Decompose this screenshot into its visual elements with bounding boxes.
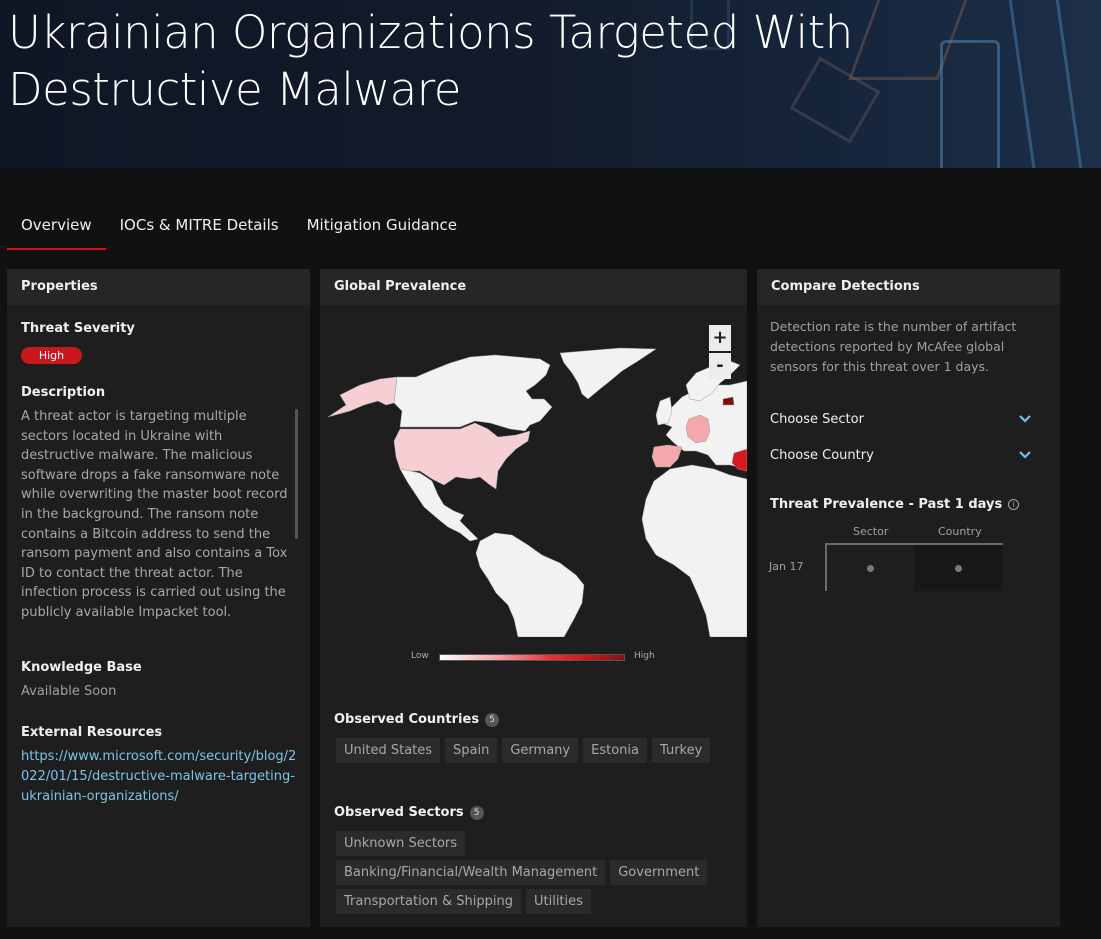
panel-heading: Global Prevalence [320,269,747,305]
heatmap-row-date: Jan 17 [769,560,804,573]
observed-sectors-label: Observed Sectors 5 [334,805,484,820]
choose-country-dropdown[interactable]: Choose Country [770,443,1032,467]
heatmap-axis [825,543,1003,591]
map-country-greenland[interactable] [559,347,657,400]
background-decoration [1005,0,1085,168]
country-chip[interactable]: United States [336,738,441,763]
map-country-africa[interactable] [641,464,747,637]
tab-bar: Overview IOCs & MITRE Details Mitigation… [7,208,471,250]
compare-detections-panel: Compare Detections Detection rate is the… [757,269,1060,927]
world-map[interactable]: + - [320,319,747,637]
observed-sectors-title: Observed Sectors [334,805,464,820]
sector-chip[interactable]: Transportation & Shipping [336,889,521,914]
properties-panel: Properties Threat Severity High Descript… [7,269,310,927]
map-zoom-out-button[interactable]: - [709,353,731,379]
panel-heading: Properties [7,269,310,305]
description-scroll-area[interactable]: A threat actor is targeting multiple sec… [21,407,299,621]
chevron-down-icon [1019,415,1031,423]
observed-countries-title: Observed Countries [334,712,480,727]
global-prevalence-panel: Global Prevalence + - Low High Observed … [320,269,747,927]
description-text: A threat actor is targeting multiple sec… [21,409,288,620]
threat-prevalence-label: Threat Prevalence - Past 1 days [770,497,1003,512]
description-scrollbar[interactable] [295,409,298,539]
page-title: Ukrainian Organizations Targeted With De… [8,6,853,116]
sector-chip-list: Unknown Sectors Banking/Financial/Wealth… [336,831,736,914]
heatmap-column-sector: Sector [853,525,889,538]
sectors-count-badge: 5 [469,805,484,820]
map-country-us-alaska[interactable] [327,376,398,418]
panel-heading: Compare Detections [757,269,1060,305]
tab-overview[interactable]: Overview [7,208,106,250]
threat-severity-label: Threat Severity [21,321,135,336]
map-country-south-america[interactable] [475,532,585,637]
legend-gradient-bar [439,654,625,661]
choose-country-label: Choose Country [770,447,874,463]
external-resource-link[interactable]: https://www.microsoft.com/security/blog/… [21,747,301,807]
hero-banner: Ukrainian Organizations Targeted With De… [0,0,1101,168]
tab-iocs-mitre[interactable]: IOCs & MITRE Details [106,208,293,250]
heatmap-column-country: Country [938,525,982,538]
country-chip[interactable]: Estonia [583,738,647,763]
observed-countries-label: Observed Countries 5 [334,712,500,727]
world-map-svg [327,347,747,637]
map-country-spain[interactable] [651,444,683,468]
choose-sector-dropdown[interactable]: Choose Sector [770,407,1032,431]
map-country-canada[interactable] [393,354,553,432]
choose-sector-label: Choose Sector [770,411,864,427]
knowledge-base-value: Available Soon [21,684,117,699]
country-chip[interactable]: Spain [445,738,498,763]
country-chip-list: United States Spain Germany Estonia Turk… [336,738,736,763]
sector-chip[interactable]: Banking/Financial/Wealth Management [336,860,606,885]
countries-count-badge: 5 [485,712,500,727]
country-chip[interactable]: Germany [502,738,579,763]
knowledge-base-label: Knowledge Base [21,660,142,675]
sector-chip[interactable]: Government [610,860,708,885]
tab-mitigation[interactable]: Mitigation Guidance [293,208,471,250]
description-label: Description [21,385,106,400]
sector-chip[interactable]: Unknown Sectors [336,831,466,856]
threat-prevalence-title: Threat Prevalence - Past 1 days i [770,497,1020,512]
sector-chip[interactable]: Utilities [525,889,591,914]
map-zoom-in-button[interactable]: + [709,325,731,351]
background-decoration [940,40,1000,168]
external-resources-label: External Resources [21,725,163,740]
chevron-down-icon [1019,451,1031,459]
country-chip[interactable]: Turkey [651,738,711,763]
legend-low-label: Low [411,651,429,661]
map-legend: Low High [320,649,747,665]
severity-badge: High [21,347,82,364]
info-icon[interactable]: i [1008,499,1020,510]
legend-high-label: High [634,651,655,661]
detection-rate-description: Detection rate is the number of artifact… [770,319,1017,374]
